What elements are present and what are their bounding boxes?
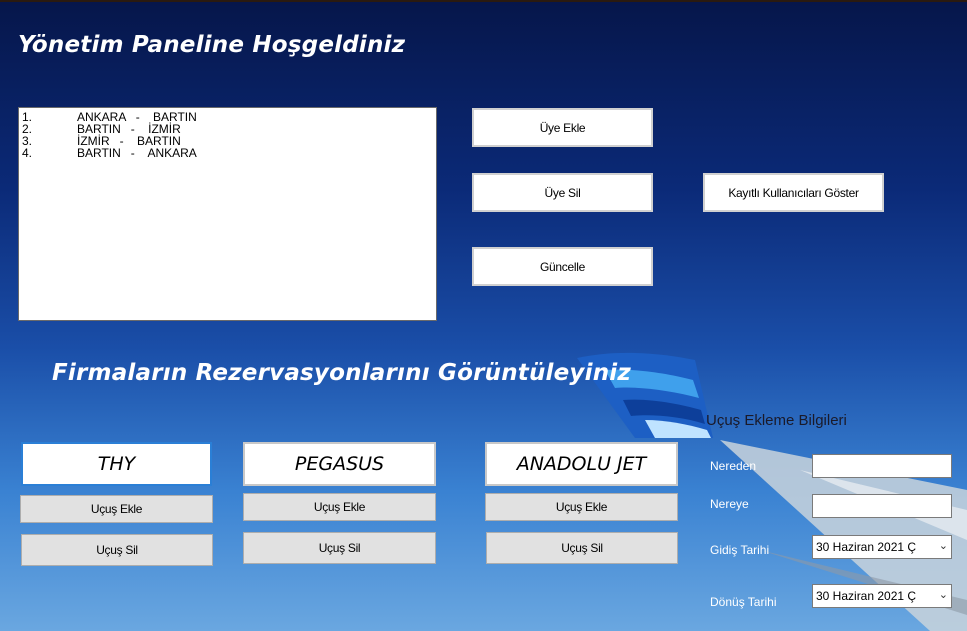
thy-add-flight-button[interactable]: Uçuş Ekle (20, 495, 213, 523)
window-top-strip (0, 0, 967, 2)
chevron-down-icon[interactable]: ⌄ (939, 588, 948, 601)
departure-date-label: Gidiş Tarihi (710, 543, 770, 557)
pegasus-company-button[interactable]: PEGASUS (243, 442, 436, 486)
departure-date-picker[interactable]: 30 Haziran 2021 Ç ⌄ (812, 535, 952, 559)
departure-date-value: 30 Haziran 2021 Ç (816, 540, 917, 554)
list-item[interactable]: 4. BARTIN - ANKARA (22, 147, 433, 159)
thy-delete-flight-button[interactable]: Uçuş Sil (21, 534, 213, 566)
from-input[interactable] (812, 454, 952, 478)
flight-form-title: Uçuş Ekleme Bilgileri (706, 412, 847, 429)
delete-member-button[interactable]: Üye Sil (472, 173, 653, 212)
from-label: Nereden (710, 459, 757, 473)
update-button[interactable]: Güncelle (472, 247, 653, 286)
return-date-value: 30 Haziran 2021 Ç (816, 589, 917, 603)
reservations-title: Firmaların Rezervasyonlarını Görüntüleyi… (52, 360, 631, 386)
route-listbox[interactable]: 1. ANKARA - BARTIN 2. BARTIN - İZMİR 3. … (18, 107, 437, 321)
to-label: Nereye (710, 497, 749, 511)
anadolujet-delete-flight-button[interactable]: Uçuş Sil (486, 532, 678, 564)
add-member-button[interactable]: Üye Ekle (472, 108, 653, 147)
return-date-label: Dönüş Tarihi (710, 595, 777, 609)
anadolujet-company-button[interactable]: ANADOLU JET (485, 442, 678, 486)
to-input[interactable] (812, 494, 952, 518)
pegasus-delete-flight-button[interactable]: Uçuş Sil (243, 532, 436, 564)
thy-company-button[interactable]: THY (21, 442, 212, 486)
anadolujet-add-flight-button[interactable]: Uçuş Ekle (485, 493, 678, 521)
return-date-picker[interactable]: 30 Haziran 2021 Ç ⌄ (812, 584, 952, 608)
show-users-button[interactable]: Kayıtlı Kullanıcıları Göster (703, 173, 884, 212)
chevron-down-icon[interactable]: ⌄ (939, 539, 948, 552)
route-number: 4. (22, 146, 33, 160)
pegasus-add-flight-button[interactable]: Uçuş Ekle (243, 493, 436, 521)
page-title: Yönetim Paneline Hoşgeldiniz (18, 32, 406, 58)
route-text: BARTIN - ANKARA (77, 146, 197, 160)
